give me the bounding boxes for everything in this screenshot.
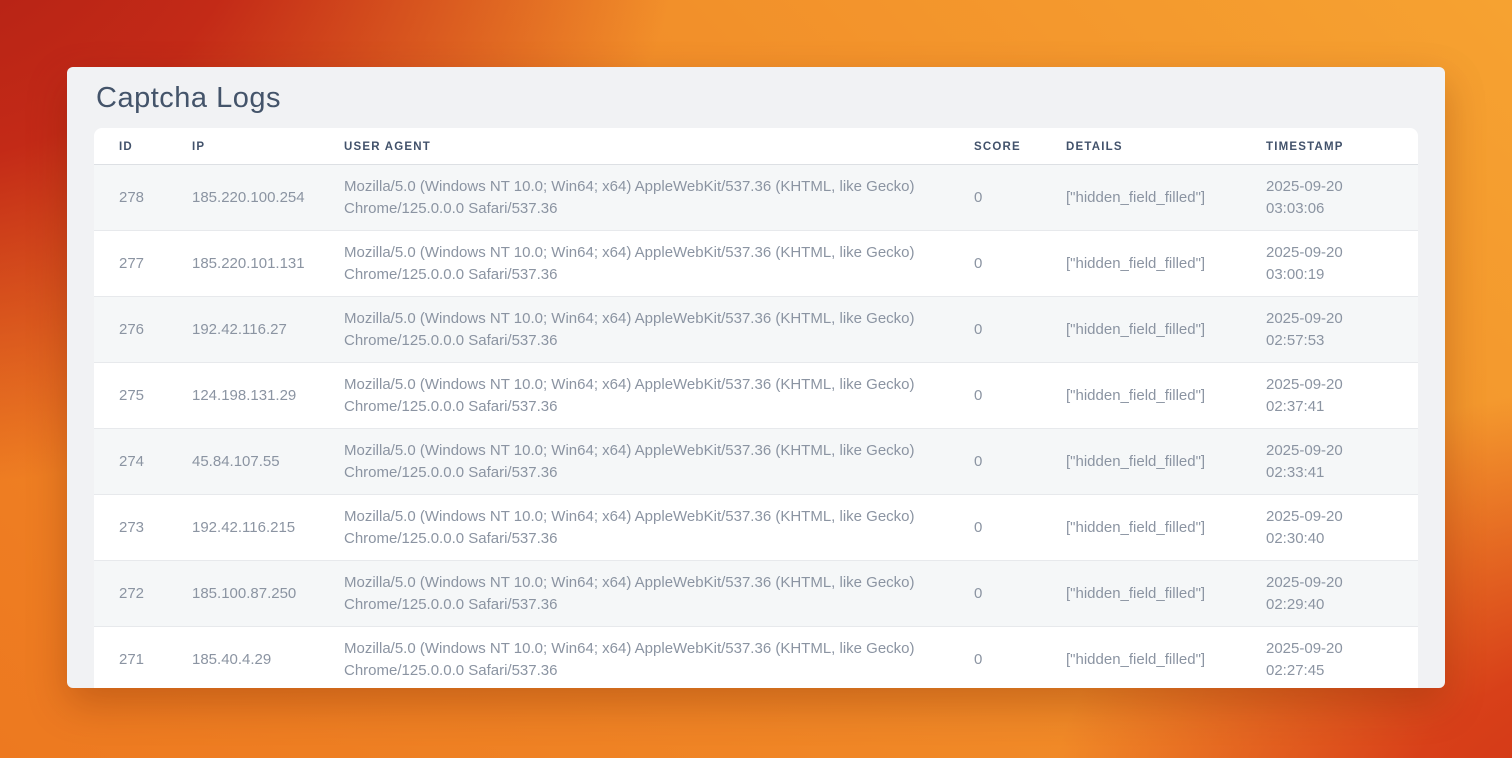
cell-details: ["hidden_field_filled"] — [1056, 561, 1256, 627]
table-row: 275124.198.131.29Mozilla/5.0 (Windows NT… — [94, 363, 1418, 429]
cell-user-agent: Mozilla/5.0 (Windows NT 10.0; Win64; x64… — [334, 297, 964, 363]
cell-id: 275 — [94, 363, 182, 429]
cell-user-agent: Mozilla/5.0 (Windows NT 10.0; Win64; x64… — [334, 627, 964, 689]
cell-ip: 185.40.4.29 — [182, 627, 334, 689]
cell-details: ["hidden_field_filled"] — [1056, 231, 1256, 297]
cell-timestamp: 2025-09-20 02:30:40 — [1256, 495, 1418, 561]
col-header-user-agent: USER AGENT — [334, 128, 964, 165]
cell-score: 0 — [964, 165, 1056, 231]
table-row: 278185.220.100.254Mozilla/5.0 (Windows N… — [94, 165, 1418, 231]
cell-ip: 185.220.101.131 — [182, 231, 334, 297]
col-header-score: SCORE — [964, 128, 1056, 165]
cell-ip: 185.100.87.250 — [182, 561, 334, 627]
cell-details: ["hidden_field_filled"] — [1056, 495, 1256, 561]
col-header-ip: IP — [182, 128, 334, 165]
cell-score: 0 — [964, 495, 1056, 561]
cell-id: 276 — [94, 297, 182, 363]
cell-score: 0 — [964, 231, 1056, 297]
cell-id: 272 — [94, 561, 182, 627]
captcha-logs-table: ID IP USER AGENT SCORE DETAILS TIMESTAMP… — [94, 128, 1418, 688]
table-row: 271185.40.4.29Mozilla/5.0 (Windows NT 10… — [94, 627, 1418, 689]
cell-ip: 192.42.116.215 — [182, 495, 334, 561]
table-header-row: ID IP USER AGENT SCORE DETAILS TIMESTAMP — [94, 128, 1418, 165]
table-header: ID IP USER AGENT SCORE DETAILS TIMESTAMP — [94, 128, 1418, 165]
cell-user-agent: Mozilla/5.0 (Windows NT 10.0; Win64; x64… — [334, 363, 964, 429]
cell-id: 271 — [94, 627, 182, 689]
cell-score: 0 — [964, 429, 1056, 495]
table-row: 273192.42.116.215Mozilla/5.0 (Windows NT… — [94, 495, 1418, 561]
cell-details: ["hidden_field_filled"] — [1056, 363, 1256, 429]
page-title: Captcha Logs — [96, 82, 1418, 115]
cell-score: 0 — [964, 297, 1056, 363]
cell-details: ["hidden_field_filled"] — [1056, 165, 1256, 231]
col-header-id: ID — [94, 128, 182, 165]
cell-timestamp: 2025-09-20 02:57:53 — [1256, 297, 1418, 363]
cell-score: 0 — [964, 561, 1056, 627]
cell-id: 278 — [94, 165, 182, 231]
captcha-logs-card: Captcha Logs ID IP USER AGENT SCORE DETA… — [67, 67, 1445, 688]
cell-ip: 45.84.107.55 — [182, 429, 334, 495]
table-row: 27445.84.107.55Mozilla/5.0 (Windows NT 1… — [94, 429, 1418, 495]
cell-timestamp: 2025-09-20 02:29:40 — [1256, 561, 1418, 627]
cell-ip: 192.42.116.27 — [182, 297, 334, 363]
cell-id: 277 — [94, 231, 182, 297]
cell-id: 274 — [94, 429, 182, 495]
cell-timestamp: 2025-09-20 02:37:41 — [1256, 363, 1418, 429]
cell-ip: 124.198.131.29 — [182, 363, 334, 429]
cell-user-agent: Mozilla/5.0 (Windows NT 10.0; Win64; x64… — [334, 429, 964, 495]
cell-timestamp: 2025-09-20 02:27:45 — [1256, 627, 1418, 689]
cell-timestamp: 2025-09-20 02:33:41 — [1256, 429, 1418, 495]
cell-user-agent: Mozilla/5.0 (Windows NT 10.0; Win64; x64… — [334, 561, 964, 627]
table-row: 276192.42.116.27Mozilla/5.0 (Windows NT … — [94, 297, 1418, 363]
cell-details: ["hidden_field_filled"] — [1056, 429, 1256, 495]
cell-timestamp: 2025-09-20 03:00:19 — [1256, 231, 1418, 297]
cell-timestamp: 2025-09-20 03:03:06 — [1256, 165, 1418, 231]
cell-ip: 185.220.100.254 — [182, 165, 334, 231]
logs-table-container: ID IP USER AGENT SCORE DETAILS TIMESTAMP… — [94, 128, 1418, 688]
table-row: 277185.220.101.131Mozilla/5.0 (Windows N… — [94, 231, 1418, 297]
cell-user-agent: Mozilla/5.0 (Windows NT 10.0; Win64; x64… — [334, 165, 964, 231]
cell-details: ["hidden_field_filled"] — [1056, 297, 1256, 363]
table-body: 278185.220.100.254Mozilla/5.0 (Windows N… — [94, 165, 1418, 689]
cell-user-agent: Mozilla/5.0 (Windows NT 10.0; Win64; x64… — [334, 495, 964, 561]
table-row: 272185.100.87.250Mozilla/5.0 (Windows NT… — [94, 561, 1418, 627]
cell-score: 0 — [964, 627, 1056, 689]
col-header-details: DETAILS — [1056, 128, 1256, 165]
col-header-timestamp: TIMESTAMP — [1256, 128, 1418, 165]
cell-details: ["hidden_field_filled"] — [1056, 627, 1256, 689]
cell-id: 273 — [94, 495, 182, 561]
cell-score: 0 — [964, 363, 1056, 429]
cell-user-agent: Mozilla/5.0 (Windows NT 10.0; Win64; x64… — [334, 231, 964, 297]
